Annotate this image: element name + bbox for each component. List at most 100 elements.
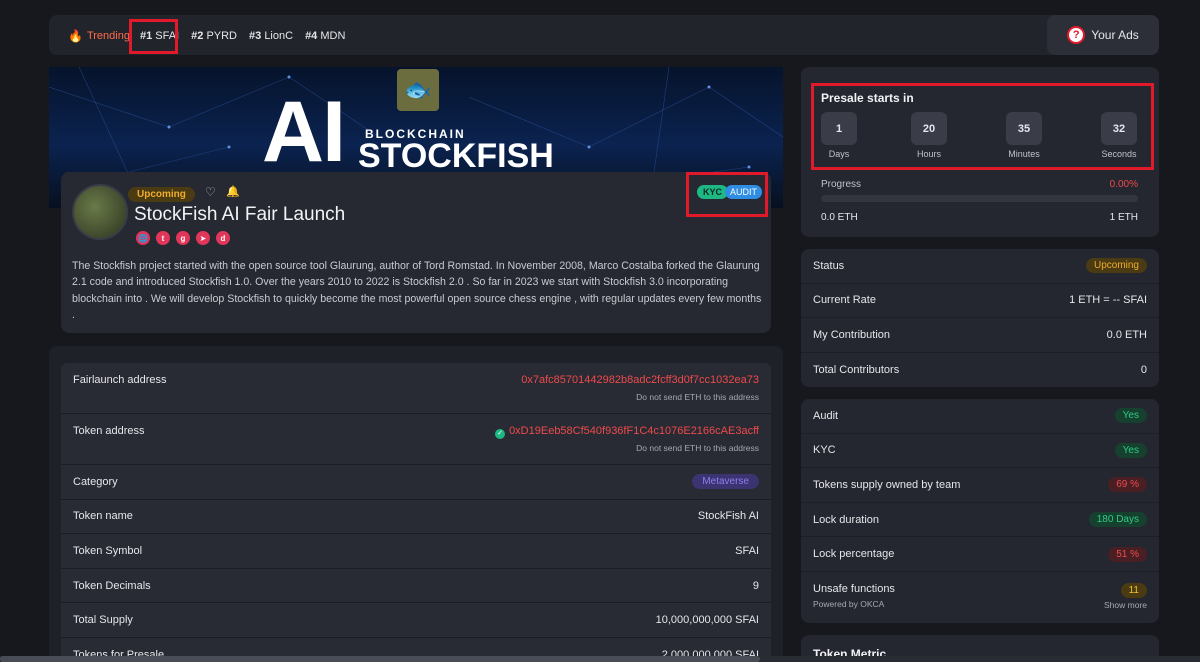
row-value: StockFish AI — [697, 510, 759, 523]
audit-row: Unsafe functions 11 Powered by OKCA Show… — [801, 572, 1159, 622]
row-label: Token address — [73, 425, 145, 437]
fairlaunch-address-link[interactable]: 0x7afc85701442982b8adc2fcff3d0f7cc1032ea… — [521, 374, 759, 386]
horizontal-scrollbar[interactable] — [0, 656, 1200, 662]
unsafe-functions-badge: 11 — [1120, 582, 1147, 598]
your-ads-label: Your Ads — [1091, 28, 1139, 42]
row-value: 9 — [752, 579, 759, 592]
progress-label: Progress — [821, 179, 862, 190]
progress-min: 0.0 ETH — [821, 212, 858, 223]
trending-list: 🔥 Trending #1 SFAI #2 PYRD #3 LionC #4 M… — [68, 29, 357, 43]
trending-item-1[interactable]: #1 SFAI — [140, 30, 179, 42]
row-label: Token Decimals — [73, 579, 151, 592]
trending-bar: 🔥 Trending #1 SFAI #2 PYRD #3 LionC #4 M… — [49, 15, 1159, 55]
row-label: Category — [73, 475, 118, 488]
audit-badge[interactable]: AUDIT — [725, 185, 762, 199]
github-icon[interactable]: g — [176, 231, 190, 245]
verified-icon: ✓ — [495, 429, 506, 439]
trending-symbol: SFAI — [155, 30, 180, 42]
token-address-link[interactable]: 0xD19Eeb58Cf540f936fF1C4c1076E2166cAE3ac… — [509, 425, 759, 437]
twitter-icon[interactable]: t — [156, 231, 170, 245]
row-label: Current Rate — [813, 294, 876, 307]
address-warning: Do not send ETH to this address — [636, 392, 759, 402]
website-icon[interactable]: 🌐 — [136, 231, 150, 245]
status-badge: Upcoming — [1085, 258, 1147, 274]
audit-badge: Yes — [1114, 408, 1147, 424]
ads-icon: ? — [1067, 26, 1086, 44]
trending-symbol: PYRD — [206, 30, 237, 42]
trending-symbol: LionC — [264, 30, 294, 42]
trending-rank: #2 — [191, 30, 204, 42]
kyc-badge[interactable]: KYC — [697, 185, 729, 199]
your-ads-button[interactable]: ? Your Ads — [1047, 15, 1159, 55]
countdown-days: 1 — [821, 112, 857, 145]
countdown-label: Minutes — [1008, 149, 1040, 159]
row-label: Lock duration — [813, 513, 880, 526]
row-label: Unsafe functions — [813, 582, 895, 595]
countdown-minutes: 35 — [1006, 112, 1042, 145]
show-more-link[interactable]: Show more — [1104, 600, 1147, 610]
row-label: KYC — [813, 444, 836, 457]
table-row: Token Decimals 9 — [61, 569, 771, 604]
kyc-status-badge: Yes — [1114, 442, 1147, 458]
telegram-icon[interactable]: ➤ — [196, 231, 210, 245]
banner-ai-text: AI — [262, 84, 346, 180]
table-row: Token address ✓ 0xD19Eeb58Cf540f936fF1C4c… — [61, 414, 771, 465]
presale-title: Presale starts in — [821, 91, 914, 105]
social-links: 🌐 t g ➤ d — [136, 231, 230, 245]
project-description: The Stockfish project started with the o… — [72, 260, 762, 321]
lock-duration-badge: 180 Days — [1088, 512, 1147, 528]
table-row: Fairlaunch address 0x7afc85701442982b8ad… — [61, 363, 771, 414]
details-table: Fairlaunch address 0x7afc85701442982b8ad… — [61, 363, 771, 662]
row-label: Total Supply — [73, 614, 133, 627]
trending-item-2[interactable]: #2 PYRD — [191, 30, 237, 42]
row-value: 0 — [1140, 364, 1147, 377]
audit-row: Lock duration 180 Days — [801, 503, 1159, 538]
trending-item-4[interactable]: #4 MDN — [305, 30, 345, 42]
trending-rank: #4 — [305, 30, 318, 42]
row-label: Status — [813, 259, 845, 272]
powered-by-text: Powered by OKCA — [813, 598, 885, 609]
trending-item-3[interactable]: #3 LionC — [249, 30, 293, 42]
countdown-label: Days — [828, 149, 850, 159]
table-row: Token name StockFish AI — [61, 500, 771, 535]
audit-row: Tokens supply owned by team 69 % — [801, 468, 1159, 503]
fish-logo-icon: 🐟 — [397, 69, 439, 111]
discord-icon[interactable]: d — [216, 231, 230, 245]
heart-icon[interactable]: ♡ — [205, 185, 216, 199]
trending-label: Trending — [86, 30, 130, 42]
progress-percent: 0.00% — [1109, 179, 1138, 190]
progress-bar — [821, 195, 1138, 202]
row-label: Fairlaunch address — [73, 374, 167, 386]
row-label: Tokens supply owned by team — [813, 478, 961, 491]
address-warning: Do not send ETH to this address — [636, 443, 759, 453]
banner-brand-text: STOCKFISH — [358, 137, 554, 175]
countdown-label: Hours — [916, 149, 941, 159]
progress-max: 1 ETH — [1109, 212, 1138, 223]
bell-icon[interactable]: 🔔 — [226, 185, 240, 198]
row-label: Total Contributors — [813, 364, 900, 377]
row-value: SFAI — [735, 544, 759, 557]
audit-row: KYC Yes — [801, 434, 1159, 469]
status-row: Status Upcoming — [801, 249, 1159, 284]
project-avatar — [72, 184, 128, 240]
audit-row: Lock percentage 51 % — [801, 537, 1159, 572]
trending-rank: #1 — [139, 30, 153, 42]
trending-symbol: MDN — [320, 30, 346, 42]
status-row: My Contribution 0.0 ETH — [801, 318, 1159, 353]
page-title: StockFish AI Fair Launch — [134, 204, 346, 225]
row-label: Token Symbol — [73, 544, 143, 557]
status-panel: Status Upcoming Current Rate 1 ETH = -- … — [801, 249, 1159, 387]
status-badge: Upcoming — [128, 187, 195, 202]
scrollbar-thumb[interactable] — [0, 656, 760, 662]
details-panel: Fairlaunch address 0x7afc85701442982b8ad… — [49, 346, 783, 662]
table-row: Total Supply 10,000,000,000 SFAI — [61, 603, 771, 638]
audit-panel: Audit Yes KYC Yes Tokens supply owned by… — [801, 399, 1159, 623]
row-value: 0.0 ETH — [1106, 328, 1147, 341]
row-label: Token name — [73, 510, 133, 523]
table-row: Token Symbol SFAI — [61, 534, 771, 569]
category-badge[interactable]: Metaverse — [692, 474, 759, 490]
trending-rank: #3 — [249, 30, 262, 42]
row-label: My Contribution — [813, 328, 891, 341]
table-row: Category Metaverse — [61, 465, 771, 500]
project-info-card: Upcoming ♡ 🔔 StockFish AI Fair Launch 🌐 … — [61, 172, 771, 333]
